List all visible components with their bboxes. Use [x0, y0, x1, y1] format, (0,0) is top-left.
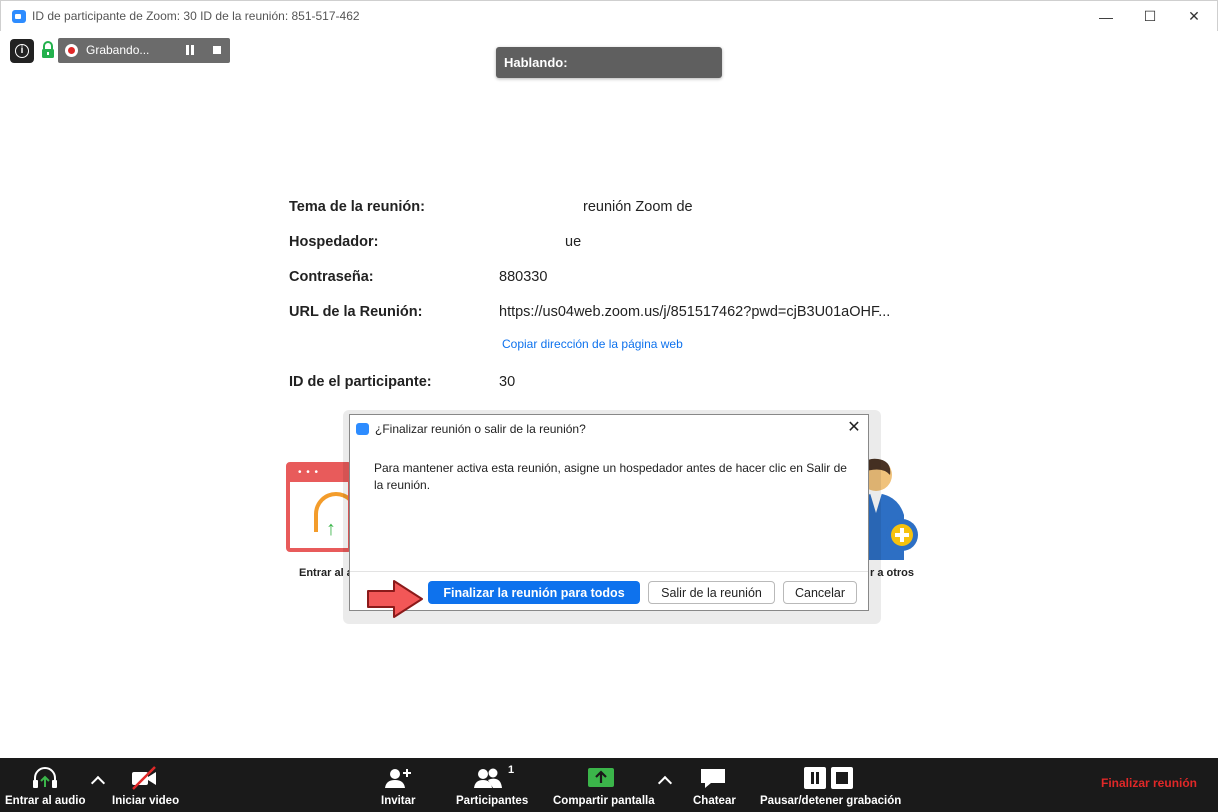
chat-label: Chatear: [693, 795, 736, 807]
pause-stop-recording-button[interactable]: Pausar/detener grabación: [756, 758, 902, 812]
url-value: https://us04web.zoom.us/j/851517462?pwd=…: [499, 304, 891, 320]
end-meeting-for-all-button[interactable]: Finalizar la reunión para todos: [428, 581, 640, 604]
end-meeting-button[interactable]: Finalizar reunión: [1101, 776, 1197, 790]
participant-id-label: ID de el participante:: [289, 374, 432, 390]
start-video-label: Iniciar video: [112, 795, 180, 807]
pause-recording-icon[interactable]: [186, 45, 194, 55]
leave-meeting-button[interactable]: Salir de la reunión: [648, 581, 775, 604]
meeting-info-button[interactable]: i: [10, 39, 34, 63]
headphones-icon: [33, 767, 57, 788]
end-meeting-dialog: ¿Finalizar reunión o salir de la reunión…: [349, 414, 869, 611]
zoom-logo-icon: [356, 423, 369, 435]
invite-label: Invitar: [381, 795, 416, 807]
share-screen-button[interactable]: Compartir pantalla: [549, 758, 655, 812]
speaking-indicator: Hablando:: [496, 47, 722, 78]
chat-bubble-icon: [701, 769, 725, 788]
minimize-button[interactable]: —: [1083, 1, 1129, 32]
recording-label: Grabando...: [86, 43, 150, 57]
participants-icon: [474, 768, 502, 788]
add-user-icon: [385, 769, 411, 788]
share-screen-icon: [588, 768, 614, 787]
copy-url-link[interactable]: Copiar dirección de la página web: [502, 337, 683, 351]
topic-value: reunión Zoom de: [583, 199, 693, 215]
participants-button[interactable]: 1 Participantes: [452, 758, 530, 812]
cancel-button[interactable]: Cancelar: [783, 581, 857, 604]
window-titlebar: ID de participante de Zoom: 30 ID de la …: [0, 0, 1218, 31]
participants-label: Participantes: [456, 795, 529, 807]
participant-id-value: 30: [499, 374, 516, 390]
dialog-message: Para mantener activa esta reunión, asign…: [374, 461, 847, 492]
lock-icon: [42, 41, 54, 58]
recording-indicator: Grabando...: [58, 38, 230, 63]
pause-stop-recording-label: Pausar/detener grabación: [760, 795, 902, 807]
dialog-title: ¿Finalizar reunión o salir de la reunión…: [375, 422, 586, 436]
window-title: ID de participante de Zoom: 30 ID de la …: [32, 9, 360, 23]
meeting-toolbar: Entrar al audio Iniciar video Invitar 1 …: [0, 758, 1218, 812]
card-header: [290, 466, 348, 482]
audio-options-chevron-icon[interactable]: [90, 775, 106, 791]
url-label: URL de la Reunión:: [289, 304, 423, 320]
arrow-up-icon: ↑: [326, 518, 336, 540]
zoom-logo-icon: [12, 10, 26, 23]
participants-count-badge: 1: [508, 764, 515, 776]
host-value: ue: [565, 234, 582, 250]
dialog-divider: [350, 571, 868, 572]
red-arrow-pointer-icon: [367, 580, 423, 618]
maximize-button[interactable]: ☐: [1127, 1, 1173, 32]
password-label: Contraseña:: [289, 269, 374, 285]
join-audio-button[interactable]: Entrar al audio: [0, 758, 90, 812]
stop-recording-icon[interactable]: [213, 46, 221, 54]
video-off-icon: [132, 766, 156, 790]
host-label: Hospedador:: [289, 234, 379, 250]
pause-stop-icon: [804, 767, 853, 789]
share-screen-label: Compartir pantalla: [553, 795, 655, 807]
start-video-button[interactable]: Iniciar video: [108, 758, 188, 812]
topic-label: Tema de la reunión:: [289, 199, 425, 215]
recording-dot-icon: [65, 44, 78, 57]
close-window-button[interactable]: ✕: [1171, 1, 1217, 32]
share-options-chevron-icon[interactable]: [657, 775, 673, 791]
dialog-close-icon[interactable]: ✕: [844, 418, 864, 438]
password-value: 880330: [499, 269, 548, 285]
join-audio-label: Entrar al audio: [5, 795, 86, 807]
chat-button[interactable]: Chatear: [688, 758, 740, 812]
invite-button[interactable]: Invitar: [375, 758, 421, 812]
info-icon: i: [15, 44, 29, 58]
